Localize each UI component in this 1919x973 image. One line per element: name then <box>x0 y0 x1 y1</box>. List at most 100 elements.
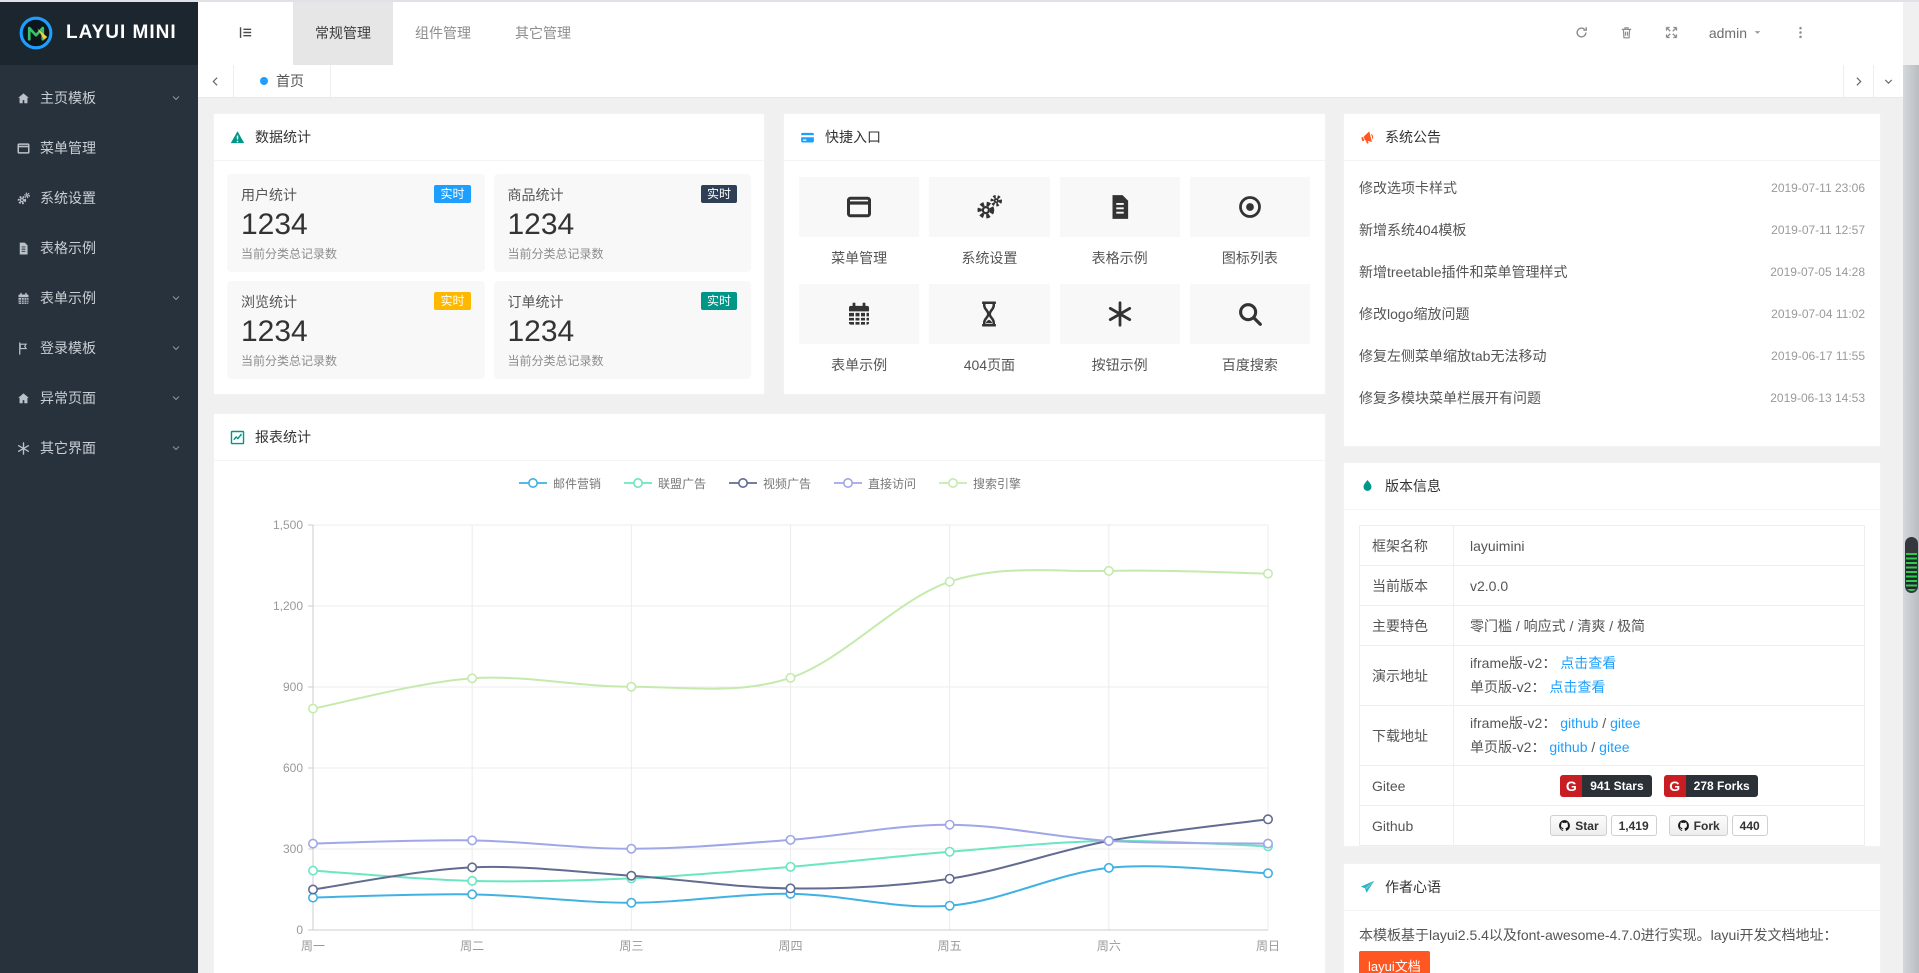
layui-doc-badge[interactable]: layui文档 <box>1359 951 1430 973</box>
github-badge-1: Fork440 <box>1669 815 1768 836</box>
quick-entry-4[interactable]: 表单示例 <box>799 284 919 375</box>
file-icon <box>1105 192 1135 222</box>
dotcircle-icon <box>1235 192 1265 222</box>
hourglass-icon <box>974 299 1004 329</box>
version-link-line: 单页版-v2： github / gitee <box>1470 737 1848 758</box>
panel-header: 数据统计 <box>214 114 764 161</box>
version-link[interactable]: github <box>1549 739 1587 755</box>
sidebar-item-login-template[interactable]: 登录模板 <box>0 323 198 373</box>
quick-entry-tile <box>929 177 1049 237</box>
tab-scroll-right-button[interactable] <box>1843 65 1873 97</box>
link-separator: / <box>1588 739 1600 755</box>
chevron-left-icon <box>209 75 222 88</box>
version-row-4: 下载地址iframe版-v2： github / gitee单页版-v2： gi… <box>1360 706 1865 766</box>
nav-tab-2[interactable]: 其它管理 <box>493 0 593 65</box>
sidebar-item-label: 登录模板 <box>40 338 96 358</box>
gitee-badge-1[interactable]: G278 Forks <box>1664 775 1758 797</box>
svg-text:周六: 周六 <box>1097 939 1121 953</box>
scrollbar-thumb[interactable] <box>1905 537 1918 593</box>
link-line-prefix: iframe版-v2： <box>1470 655 1556 671</box>
sidebar-item-other-ui[interactable]: 其它界面 <box>0 423 198 473</box>
line-chart-icon <box>229 429 246 446</box>
quick-entry-1[interactable]: 系统设置 <box>929 177 1049 268</box>
legend-item-4[interactable]: 搜索引擎 <box>938 475 1021 492</box>
tab-home[interactable]: 首页 <box>234 65 331 97</box>
stat-caption: 当前分类总记录数 <box>241 352 471 369</box>
quick-entry-5[interactable]: 404页面 <box>929 284 1049 375</box>
version-link[interactable]: 点击查看 <box>1549 679 1605 695</box>
tab-home-label: 首页 <box>276 71 304 91</box>
legend-label: 直接访问 <box>868 475 916 492</box>
legend-item-3[interactable]: 直接访问 <box>833 475 916 492</box>
notice-item-2[interactable]: 新增treetable插件和菜单管理样式2019-07-05 14:28 <box>1359 251 1865 293</box>
gears-icon <box>974 192 1004 222</box>
sidebar-item-form-example[interactable]: 表单示例 <box>0 273 198 323</box>
github-star-button[interactable]: Star <box>1550 815 1606 836</box>
user-menu[interactable]: admin <box>1709 25 1763 41</box>
window-icon <box>16 141 31 156</box>
notice-item-3[interactable]: 修改logo缩放问题2019-07-04 11:02 <box>1359 293 1865 335</box>
legend-marker-icon <box>623 476 653 490</box>
legend-item-0[interactable]: 邮件营销 <box>518 475 601 492</box>
version-link[interactable]: gitee <box>1599 739 1629 755</box>
panel-header: 版本信息 <box>1344 463 1880 510</box>
more-options-icon[interactable] <box>1793 25 1808 40</box>
notice-text: 修改选项卡样式 <box>1359 178 1457 198</box>
logo-area: LAYUI MINI <box>0 0 198 65</box>
calendar-icon <box>16 291 31 306</box>
sidebar-item-table-example[interactable]: 表格示例 <box>0 223 198 273</box>
nav-tab-0[interactable]: 常规管理 <box>293 0 393 65</box>
notice-item-1[interactable]: 新增系统404模板2019-07-11 12:57 <box>1359 209 1865 251</box>
github-icon <box>1558 819 1571 832</box>
nav-tab-1[interactable]: 组件管理 <box>393 0 493 65</box>
topbar-actions: admin <box>1574 0 1808 65</box>
version-link[interactable]: gitee <box>1610 715 1640 731</box>
tab-scroll-left-button[interactable] <box>198 65 234 97</box>
github-count[interactable]: 440 <box>1732 815 1768 836</box>
panel-version-info: 版本信息 框架名称layuimini当前版本v2.0.0主要特色零门槛 / 响应… <box>1343 462 1881 847</box>
svg-text:周日: 周日 <box>1256 939 1280 953</box>
refresh-icon[interactable] <box>1574 25 1589 40</box>
stat-value: 1234 <box>241 208 471 242</box>
sidebar-item-menu-management[interactable]: 菜单管理 <box>0 123 198 173</box>
notice-item-0[interactable]: 修改选项卡样式2019-07-11 23:06 <box>1359 167 1865 209</box>
sidebar-item-error-pages[interactable]: 异常页面 <box>0 373 198 423</box>
notice-item-4[interactable]: 修复左侧菜单缩放tab无法移动2019-06-17 11:55 <box>1359 335 1865 377</box>
legend-item-1[interactable]: 联盟广告 <box>623 475 706 492</box>
link-line-prefix: 单页版-v2： <box>1470 739 1545 755</box>
legend-item-2[interactable]: 视频广告 <box>728 475 811 492</box>
clear-cache-icon[interactable] <box>1619 25 1634 40</box>
notice-item-5[interactable]: 修复多模块菜单栏展开有问题2019-06-13 14:53 <box>1359 377 1865 419</box>
quick-entry-3[interactable]: 图标列表 <box>1190 177 1310 268</box>
quick-entry-tile <box>1060 284 1180 344</box>
quick-entry-7[interactable]: 百度搜索 <box>1190 284 1310 375</box>
gitee-badge-0[interactable]: G941 Stars <box>1560 775 1651 797</box>
legend-marker-icon <box>938 476 968 490</box>
sidebar-item-system-settings[interactable]: 系统设置 <box>0 173 198 223</box>
sidebar-toggle-button[interactable] <box>198 0 293 65</box>
page-scrollbar[interactable] <box>1903 65 1919 973</box>
window-icon <box>844 192 874 222</box>
github-count[interactable]: 1,419 <box>1611 815 1657 836</box>
chevd-icon <box>170 292 182 304</box>
card-icon <box>799 129 816 146</box>
link-line-prefix: 单页版-v2： <box>1470 679 1545 695</box>
github-fork-button[interactable]: Fork <box>1669 815 1728 836</box>
stat-caption: 当前分类总记录数 <box>241 245 471 262</box>
fullscreen-icon[interactable] <box>1664 25 1679 40</box>
svg-text:1,200: 1,200 <box>273 599 303 613</box>
sidebar-item-home-template[interactable]: 主页模板 <box>0 73 198 123</box>
quick-entry-6[interactable]: 按钮示例 <box>1060 284 1180 375</box>
stat-value: 1234 <box>241 315 471 349</box>
report-chart[interactable]: 03006009001,2001,500周一周二周三周四周五周六周日 <box>214 495 1325 968</box>
paper-plane-icon <box>1359 879 1376 896</box>
quick-entry-0[interactable]: 菜单管理 <box>799 177 919 268</box>
stat-card-0: 用户统计实时1234当前分类总记录数 <box>227 174 485 272</box>
realtime-badge: 实时 <box>701 292 737 310</box>
panel-title: 报表统计 <box>255 427 311 447</box>
tab-operations-dropdown[interactable] <box>1873 65 1903 97</box>
quick-entry-2[interactable]: 表格示例 <box>1060 177 1180 268</box>
username: admin <box>1709 25 1747 41</box>
version-link[interactable]: github <box>1560 715 1598 731</box>
version-link[interactable]: 点击查看 <box>1560 655 1616 671</box>
